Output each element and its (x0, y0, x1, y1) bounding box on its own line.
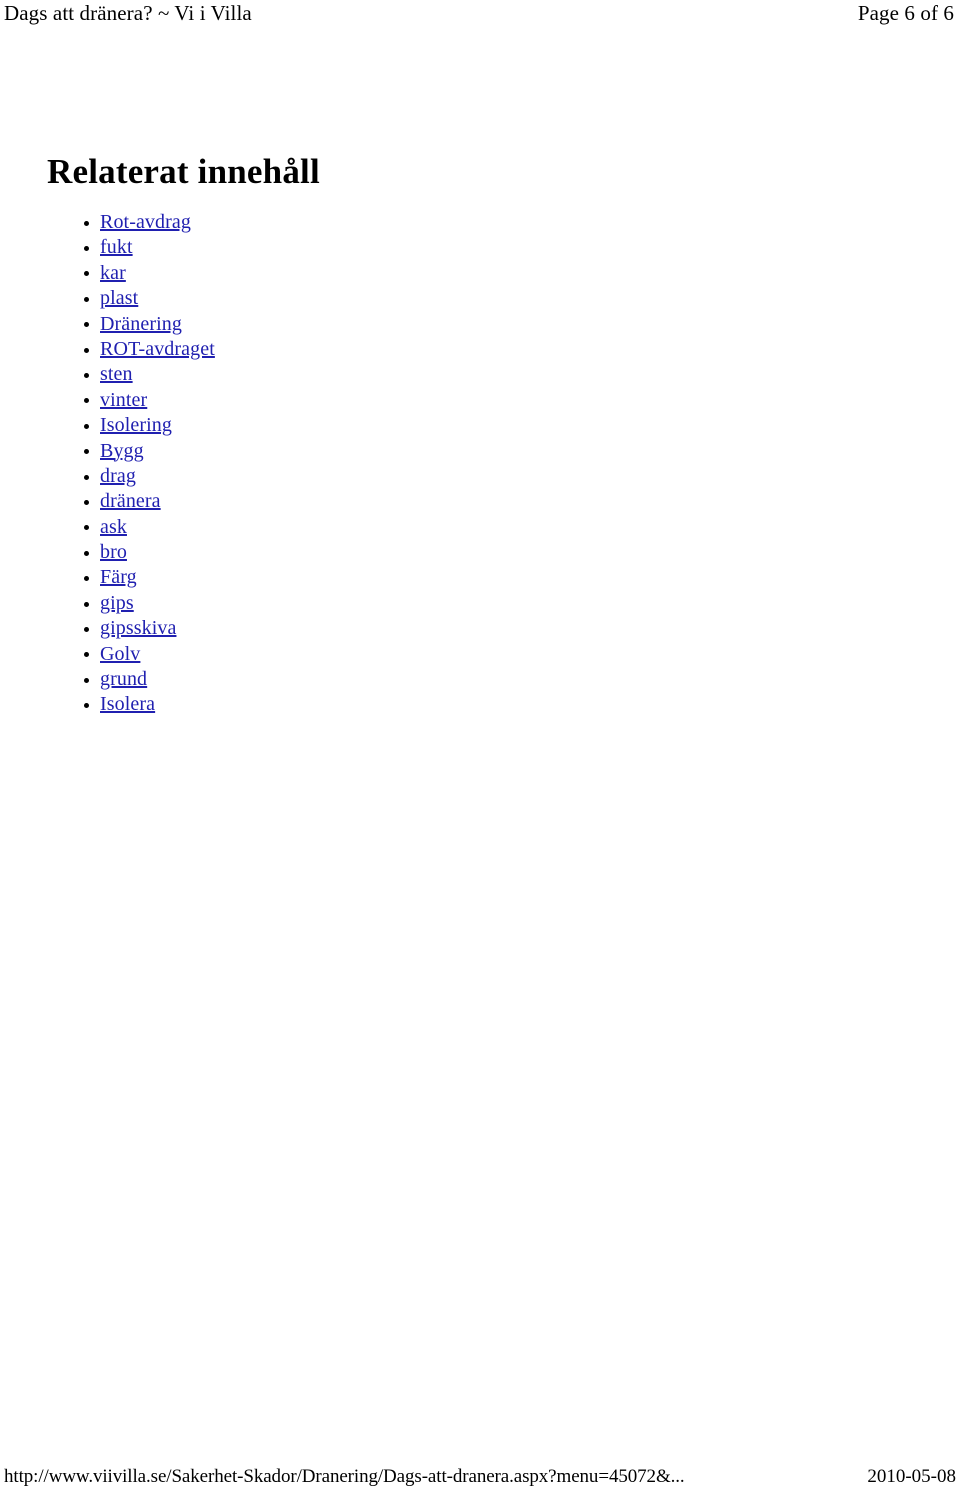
list-item: gips (78, 591, 215, 616)
page-content: Relaterat innehåll Rot-avdrag fukt kar p… (0, 0, 960, 1502)
page-title: Relaterat innehåll (47, 152, 320, 192)
list-item: gipsskiva (78, 616, 215, 641)
related-link[interactable]: sten (100, 363, 133, 385)
bullet-icon (84, 703, 89, 709)
source-url: http://www.viivilla.se/Sakerhet-Skador/D… (4, 1466, 685, 1487)
list-item: Dränering (78, 312, 215, 337)
bullet-icon (84, 601, 89, 607)
related-link[interactable]: ROT-avdraget (100, 338, 215, 360)
list-item: plast (78, 286, 215, 311)
bullet-icon (84, 220, 89, 226)
related-link[interactable]: Dränering (100, 313, 182, 335)
list-item: vinter (78, 388, 215, 413)
bullet-icon (84, 373, 89, 379)
list-item: kar (78, 261, 215, 286)
bullet-icon (84, 423, 89, 429)
related-link[interactable]: Isolering (100, 414, 172, 436)
list-item: dränera (78, 489, 215, 514)
related-link[interactable]: gipsskiva (100, 617, 176, 639)
bullet-icon (84, 296, 89, 302)
bullet-icon (84, 398, 89, 404)
related-link[interactable]: gips (100, 592, 134, 614)
bullet-icon (84, 499, 89, 505)
list-item: Rot-avdrag (78, 210, 215, 235)
print-date: 2010-05-08 (867, 1466, 956, 1487)
bullet-icon (84, 677, 89, 683)
bullet-icon (84, 449, 89, 455)
list-item: Isolera (78, 692, 215, 717)
list-item: ROT-avdraget (78, 337, 215, 362)
related-link[interactable]: Isolera (100, 693, 155, 715)
related-link[interactable]: dränera (100, 490, 161, 512)
related-link[interactable]: ask (100, 516, 127, 538)
bullet-icon (84, 652, 89, 658)
list-item: Isolering (78, 413, 215, 438)
related-link[interactable]: vinter (100, 389, 147, 411)
related-link[interactable]: drag (100, 465, 136, 487)
bullet-icon (84, 322, 89, 328)
bullet-icon (84, 271, 89, 277)
list-item: Färg (78, 565, 215, 590)
related-content-list: Rot-avdrag fukt kar plast Dränering ROT-… (78, 210, 215, 718)
list-item: grund (78, 667, 215, 692)
related-link[interactable]: Färg (100, 566, 137, 588)
bullet-icon (84, 525, 89, 531)
related-link[interactable]: bro (100, 541, 127, 563)
list-item: fukt (78, 235, 215, 260)
bullet-icon (84, 474, 89, 480)
list-item: ask (78, 515, 215, 540)
list-item: Bygg (78, 439, 215, 464)
bullet-icon (84, 550, 89, 556)
page-footer: http://www.viivilla.se/Sakerhet-Skador/D… (0, 1464, 960, 1502)
list-item: bro (78, 540, 215, 565)
related-link[interactable]: fukt (100, 236, 133, 258)
related-link[interactable]: grund (100, 668, 147, 690)
related-link[interactable]: Bygg (100, 440, 144, 462)
related-link[interactable]: kar (100, 262, 126, 284)
bullet-icon (84, 576, 89, 582)
bullet-icon (84, 626, 89, 632)
bullet-icon (84, 246, 89, 252)
related-link[interactable]: Rot-avdrag (100, 211, 191, 233)
list-item: sten (78, 362, 215, 387)
bullet-icon (84, 347, 89, 353)
related-link[interactable]: Golv (100, 643, 140, 665)
related-link[interactable]: plast (100, 287, 138, 309)
list-item: drag (78, 464, 215, 489)
list-item: Golv (78, 642, 215, 667)
